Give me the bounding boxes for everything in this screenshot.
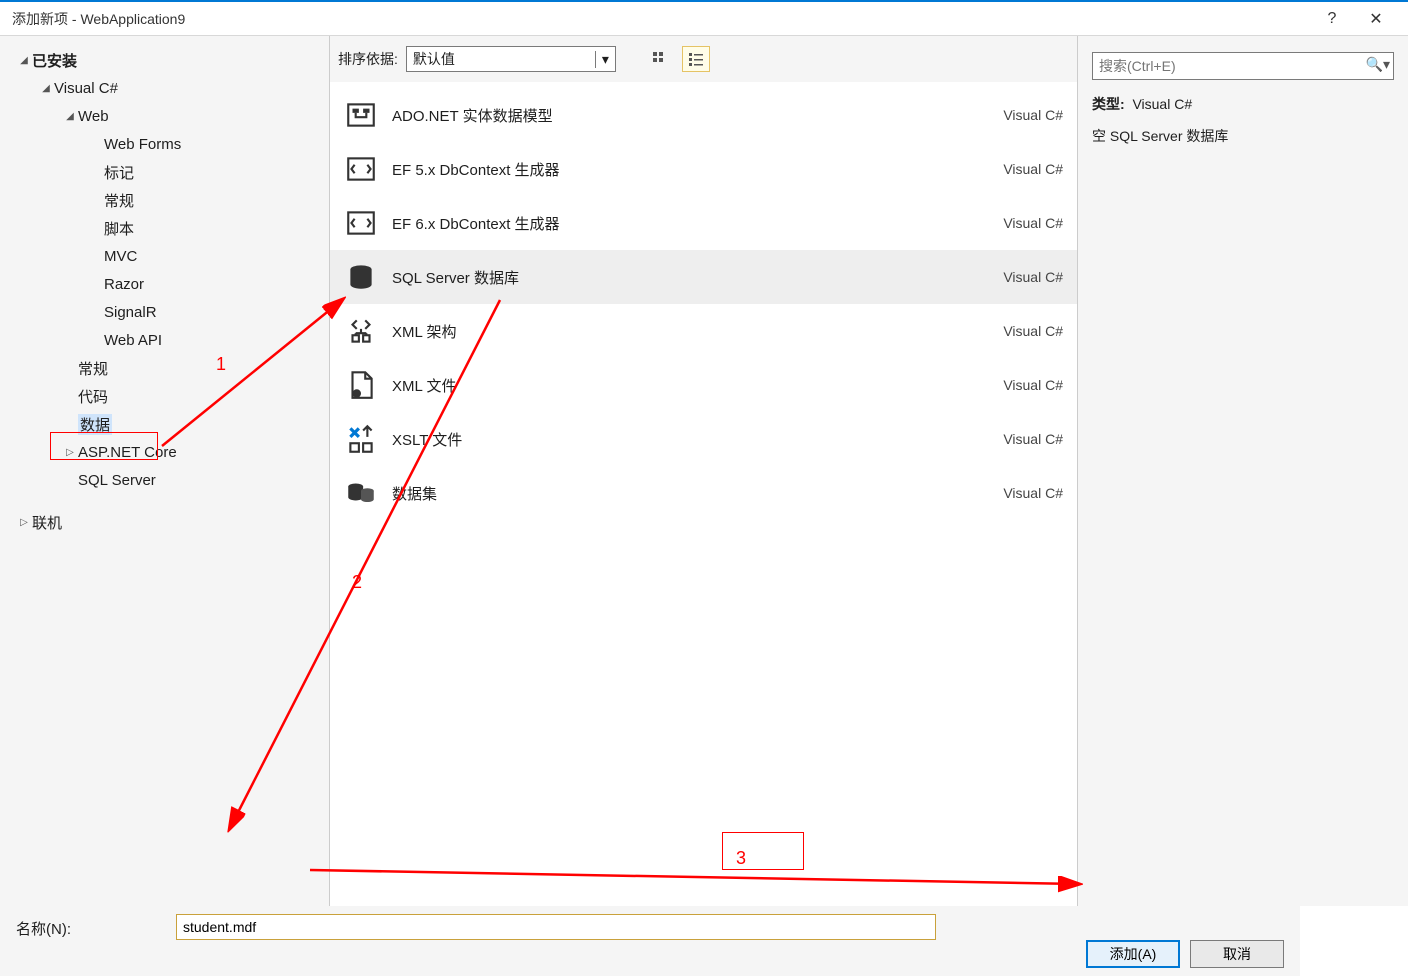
xml-schema-icon xyxy=(344,314,378,348)
name-label: 名称(N): xyxy=(16,914,166,939)
search-icon[interactable]: 🔍▾ xyxy=(1366,56,1390,73)
sort-dropdown[interactable]: 默认值 ▾ xyxy=(406,46,616,72)
name-input[interactable] xyxy=(176,914,936,940)
template-toolbar: 排序依据: 默认值 ▾ xyxy=(330,36,1077,82)
tree-sqlserver[interactable]: SQL Server xyxy=(6,466,329,494)
type-line: 类型: Visual C# xyxy=(1092,94,1394,114)
close-button[interactable]: ✕ xyxy=(1354,9,1398,29)
cancel-button[interactable]: 取消 xyxy=(1190,940,1284,968)
chevron-down-icon: ◢ xyxy=(38,83,54,94)
titlebar: 添加新项 - WebApplication9 ? ✕ xyxy=(0,0,1408,36)
template-row[interactable]: EF 6.x DbContext 生成器 Visual C# xyxy=(330,196,1077,250)
template-lang: Visual C# xyxy=(1003,323,1063,339)
tree-online[interactable]: ▷联机 xyxy=(6,508,329,536)
list-icon xyxy=(688,51,704,67)
template-row-selected[interactable]: SQL Server 数据库 Visual C# xyxy=(330,250,1077,304)
template-row[interactable]: XML 文件 Visual C# xyxy=(330,358,1077,412)
xml-file-icon xyxy=(344,368,378,402)
list-view-button[interactable] xyxy=(682,46,710,72)
database-icon xyxy=(344,260,378,294)
grid-icon xyxy=(652,51,668,67)
entity-model-icon xyxy=(344,98,378,132)
chevron-down-icon: ◢ xyxy=(16,55,32,66)
search-wrap: 🔍▾ xyxy=(1092,52,1394,80)
template-name: XML 架构 xyxy=(392,321,1003,342)
type-label: 类型: xyxy=(1092,96,1125,112)
tree-razor[interactable]: Razor xyxy=(6,270,329,298)
dbcontext5-icon xyxy=(344,152,378,186)
tree-changgui[interactable]: 常规 xyxy=(6,354,329,382)
tree-web[interactable]: ◢Web xyxy=(6,102,329,130)
template-lang: Visual C# xyxy=(1003,161,1063,177)
template-row[interactable]: ADO.NET 实体数据模型 Visual C# xyxy=(330,88,1077,142)
dbcontext6-icon xyxy=(344,206,378,240)
tree-web-forms[interactable]: Web Forms xyxy=(6,130,329,158)
template-description: 空 SQL Server 数据库 xyxy=(1092,126,1394,146)
chevron-down-icon: ▾ xyxy=(595,51,615,68)
tree-visual-csharp[interactable]: ◢Visual C# xyxy=(6,74,329,102)
template-name: EF 5.x DbContext 生成器 xyxy=(392,159,1003,180)
dataset-icon xyxy=(344,476,378,510)
tree-signalr[interactable]: SignalR xyxy=(6,298,329,326)
category-tree-panel: ◢已安装 ◢Visual C# ◢Web Web Forms 标记 常规 脚本 … xyxy=(0,36,330,906)
template-name: ADO.NET 实体数据模型 xyxy=(392,105,1003,126)
tree-changgui-sub[interactable]: 常规 xyxy=(6,186,329,214)
template-lang: Visual C# xyxy=(1003,377,1063,393)
template-name: XML 文件 xyxy=(392,375,1003,396)
template-row[interactable]: 数据集 Visual C# xyxy=(330,466,1077,520)
annotation-2: 2 xyxy=(352,572,362,593)
sortby-label: 排序依据: xyxy=(338,49,398,69)
template-panel: 排序依据: 默认值 ▾ ADO.NET 实体数据模型 Visual C# EF … xyxy=(330,36,1078,906)
tree-jiaoben[interactable]: 脚本 xyxy=(6,214,329,242)
info-panel: 🔍▾ 类型: Visual C# 空 SQL Server 数据库 xyxy=(1078,36,1408,906)
template-lang: Visual C# xyxy=(1003,215,1063,231)
window-title: 添加新项 - WebApplication9 xyxy=(10,9,1310,29)
annotation-box-1 xyxy=(50,432,158,460)
template-lang: Visual C# xyxy=(1003,431,1063,447)
tree-mvc[interactable]: MVC xyxy=(6,242,329,270)
add-button[interactable]: 添加(A) xyxy=(1086,940,1180,968)
sort-value: 默认值 xyxy=(407,49,595,69)
annotation-1: 1 xyxy=(216,354,226,375)
template-name: EF 6.x DbContext 生成器 xyxy=(392,213,1003,234)
search-input[interactable] xyxy=(1092,52,1394,80)
grid-view-button[interactable] xyxy=(646,46,674,72)
type-value: Visual C# xyxy=(1132,96,1192,112)
xslt-icon xyxy=(344,422,378,456)
tree-installed[interactable]: ◢已安装 xyxy=(6,46,329,74)
template-lang: Visual C# xyxy=(1003,269,1063,285)
template-lang: Visual C# xyxy=(1003,107,1063,123)
help-button[interactable]: ? xyxy=(1310,10,1354,28)
template-row[interactable]: XML 架构 Visual C# xyxy=(330,304,1077,358)
tree-biaoji[interactable]: 标记 xyxy=(6,158,329,186)
chevron-down-icon: ◢ xyxy=(62,111,78,122)
chevron-right-icon: ▷ xyxy=(16,517,32,528)
template-lang: Visual C# xyxy=(1003,485,1063,501)
tree-daima[interactable]: 代码 xyxy=(6,382,329,410)
annotation-3: 3 xyxy=(736,848,746,869)
annotation-box-3 xyxy=(722,832,804,870)
template-name: XSLT 文件 xyxy=(392,429,1003,450)
template-name: 数据集 xyxy=(392,483,1003,504)
template-name: SQL Server 数据库 xyxy=(392,267,1003,288)
template-row[interactable]: EF 5.x DbContext 生成器 Visual C# xyxy=(330,142,1077,196)
template-row[interactable]: XSLT 文件 Visual C# xyxy=(330,412,1077,466)
bottom-bar: 名称(N): 添加(A) 取消 xyxy=(0,906,1300,976)
tree-webapi[interactable]: Web API xyxy=(6,326,329,354)
template-list: ADO.NET 实体数据模型 Visual C# EF 5.x DbContex… xyxy=(330,82,1077,906)
